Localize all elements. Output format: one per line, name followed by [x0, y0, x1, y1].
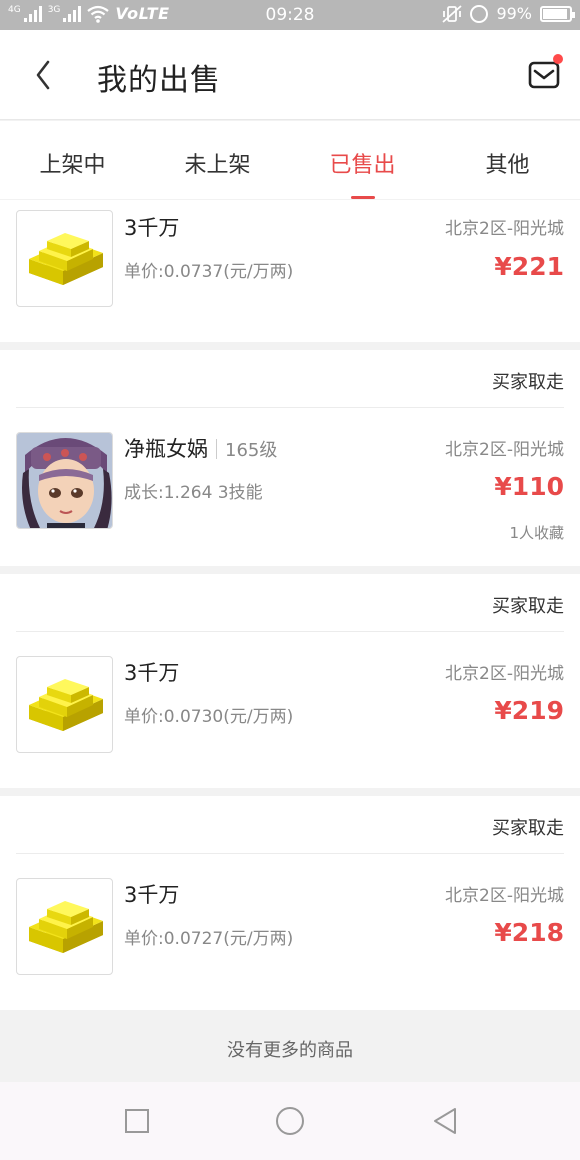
back-button[interactable] [24, 52, 64, 98]
pet-name: 净瓶女娲 [124, 437, 208, 461]
list-item[interactable]: 买家取走 3千万 单价:0.0727(元/万两) 北京2区-阳光城 ¥218 [0, 796, 580, 1010]
order-status-row: 买家取走 [16, 796, 564, 854]
back-nav-button[interactable] [428, 1104, 462, 1138]
order-status-row: 买家取走 [16, 350, 564, 408]
gold-bars-image [29, 901, 103, 953]
gold-bars-image [29, 233, 103, 285]
item-name: 3千万 [124, 661, 180, 685]
divider [216, 439, 217, 459]
item-price: ¥221 [494, 252, 564, 281]
unit-price: 单价:0.0737(元/万两) [124, 262, 294, 282]
server-name: 北京2区-阳光城 [445, 440, 564, 460]
chevron-left-icon [36, 60, 50, 90]
list-item[interactable]: 3千万 单价:0.0737(元/万两) 北京2区-阳光城 ¥221 [0, 200, 580, 342]
battery-icon [540, 5, 575, 22]
pet-avatar-thumbnail [16, 432, 113, 529]
battery-percent: 99% [496, 4, 532, 23]
tab-bar: 上架中 未上架 已售出 其他 [0, 121, 580, 199]
pet-level: 165级 [225, 440, 278, 461]
unit-price: 单价:0.0730(元/万两) [124, 707, 294, 727]
list-item[interactable]: 买家取走 净瓶女娲 165级 成长:1.264 3技能 北京2区-阳光城 ¥11… [0, 350, 580, 566]
pet-growth: 成长:1.264 3技能 [124, 483, 263, 503]
server-name: 北京2区-阳光城 [445, 886, 564, 906]
sold-items-list: 3千万 单价:0.0737(元/万两) 北京2区-阳光城 ¥221 买家取走 净… [0, 200, 580, 1010]
item-name: 净瓶女娲 165级 [124, 433, 277, 463]
item-price: ¥218 [494, 918, 564, 947]
status-bar: 4G 3G VoLTE 09:28 99% [0, 0, 580, 30]
recent-apps-button[interactable] [120, 1104, 154, 1138]
system-nav-bar [0, 1082, 580, 1160]
no-more-items-text: 没有更多的商品 [0, 1010, 580, 1082]
tab-unlisted[interactable]: 未上架 [145, 121, 290, 199]
item-price: ¥110 [494, 472, 564, 501]
gold-ingot-thumbnail [16, 878, 113, 975]
tab-listed[interactable]: 上架中 [0, 121, 145, 199]
favorite-count: 1人收藏 [509, 524, 564, 542]
app-header: 我的出售 [0, 30, 580, 120]
server-name: 北京2区-阳光城 [445, 219, 564, 239]
unit-price: 单价:0.0727(元/万两) [124, 929, 294, 949]
item-price: ¥219 [494, 696, 564, 725]
message-button[interactable] [526, 54, 566, 94]
home-button[interactable] [273, 1104, 307, 1138]
item-name: 3千万 [124, 216, 180, 240]
order-status-row: 买家取走 [16, 574, 564, 632]
circle-home-icon [276, 1107, 304, 1135]
order-status: 买家取走 [492, 818, 564, 839]
server-name: 北京2区-阳光城 [445, 664, 564, 684]
order-status: 买家取走 [492, 372, 564, 393]
tab-sold[interactable]: 已售出 [290, 121, 435, 199]
page-title: 我的出售 [97, 63, 221, 98]
vibrate-icon [442, 4, 463, 23]
gold-bars-image [29, 679, 103, 731]
list-item[interactable]: 买家取走 3千万 单价:0.0730(元/万两) 北京2区-阳光城 ¥219 [0, 574, 580, 788]
tab-other[interactable]: 其他 [435, 121, 580, 199]
order-status: 买家取走 [492, 596, 564, 617]
character-portrait-image [17, 433, 112, 528]
gold-ingot-thumbnail [16, 210, 113, 307]
triangle-back-icon [434, 1108, 456, 1134]
rotation-lock-icon [470, 4, 489, 23]
status-right: 99% [442, 4, 575, 23]
item-name: 3千万 [124, 883, 180, 907]
square-icon [125, 1109, 149, 1133]
gold-ingot-thumbnail [16, 656, 113, 753]
unread-dot [553, 54, 563, 64]
